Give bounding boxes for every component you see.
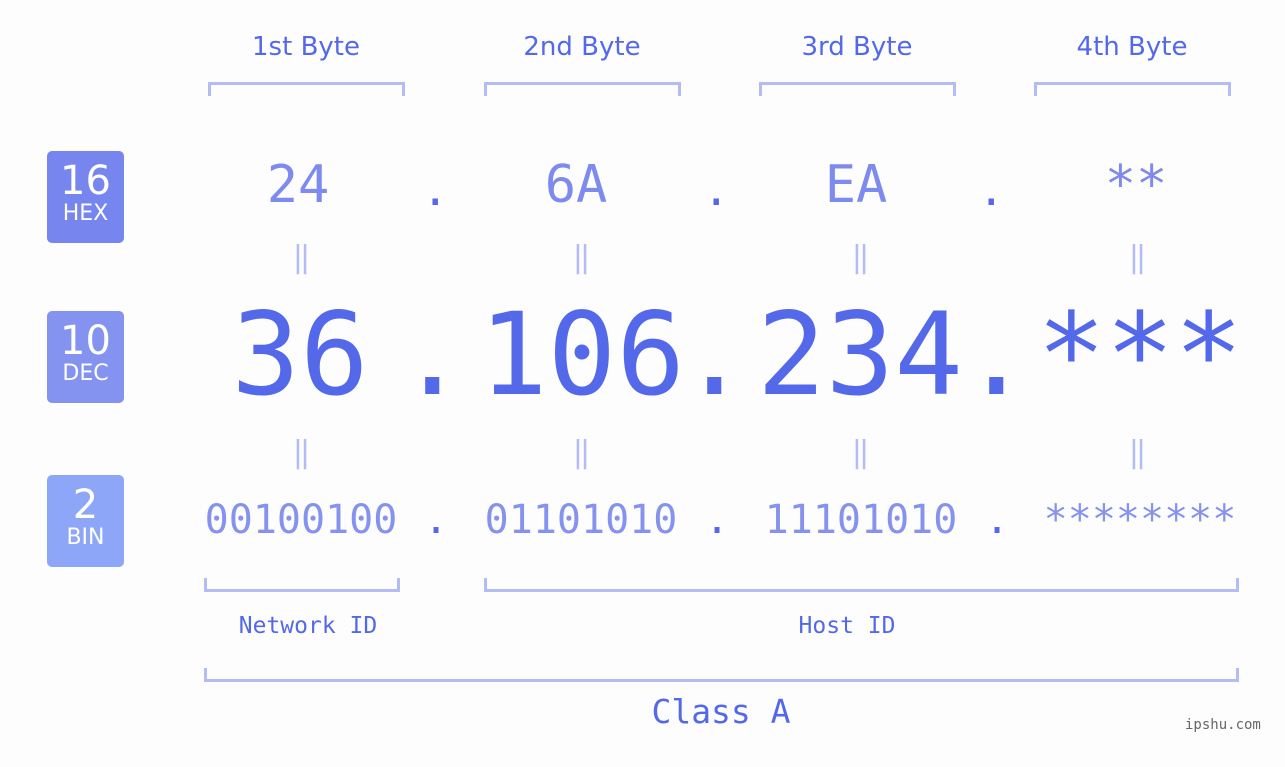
hex-badge: 16 HEX <box>47 151 124 243</box>
byte-bracket-2 <box>484 82 681 96</box>
dec-byte-1: 36 <box>231 288 369 421</box>
hex-separator: . <box>422 165 449 216</box>
bin-separator: . <box>705 497 730 543</box>
dec-badge: 10 DEC <box>47 311 124 403</box>
bin-byte-2: 01101010 <box>484 497 678 543</box>
network-id-label: Network ID <box>238 613 378 639</box>
bin-badge-label: BIN <box>66 525 105 550</box>
hex-byte-2: 6A <box>544 155 608 215</box>
bin-separator: . <box>424 497 449 543</box>
bin-byte-4: ******** <box>1043 497 1237 543</box>
byte-bracket-3 <box>759 82 956 96</box>
class-label: Class A <box>651 692 791 731</box>
dec-badge-base: 10 <box>60 318 111 364</box>
hex-byte-4: ** <box>1104 155 1168 215</box>
host-id-label: Host ID <box>798 613 896 639</box>
byte-header-1: 1st Byte <box>252 32 360 62</box>
equals-icon: || <box>572 435 590 470</box>
byte-header-3: 3rd Byte <box>801 32 913 62</box>
dec-byte-4: *** <box>1037 288 1243 421</box>
equals-icon: || <box>292 240 310 275</box>
dec-byte-2: 106 <box>479 288 685 421</box>
network-id-bracket <box>204 578 400 592</box>
bin-badge: 2 BIN <box>47 475 124 567</box>
equals-icon: || <box>292 435 310 470</box>
byte-header-2: 2nd Byte <box>523 32 641 62</box>
byte-bracket-4 <box>1034 82 1231 96</box>
class-bracket <box>204 668 1239 682</box>
dec-byte-3: 234 <box>757 288 963 421</box>
bin-separator: . <box>985 497 1010 543</box>
hex-separator: . <box>703 165 730 216</box>
equals-icon: || <box>851 240 869 275</box>
hex-badge-base: 16 <box>60 158 111 204</box>
bin-badge-base: 2 <box>72 482 99 528</box>
byte-header-4: 4th Byte <box>1076 32 1188 62</box>
equals-icon: || <box>851 435 869 470</box>
bin-byte-3: 11101010 <box>764 497 958 543</box>
hex-badge-label: HEX <box>62 201 109 226</box>
equals-icon: || <box>572 240 590 275</box>
hex-separator: . <box>978 165 1005 216</box>
equals-icon: || <box>1128 240 1146 275</box>
bin-byte-1: 00100100 <box>204 497 398 543</box>
hex-byte-1: 24 <box>266 155 330 215</box>
host-id-bracket <box>484 578 1239 592</box>
hex-byte-3: EA <box>824 155 888 215</box>
dec-badge-label: DEC <box>62 361 109 386</box>
equals-icon: || <box>1128 435 1146 470</box>
watermark: ipshu.com <box>1185 717 1261 733</box>
byte-bracket-1 <box>208 82 405 96</box>
